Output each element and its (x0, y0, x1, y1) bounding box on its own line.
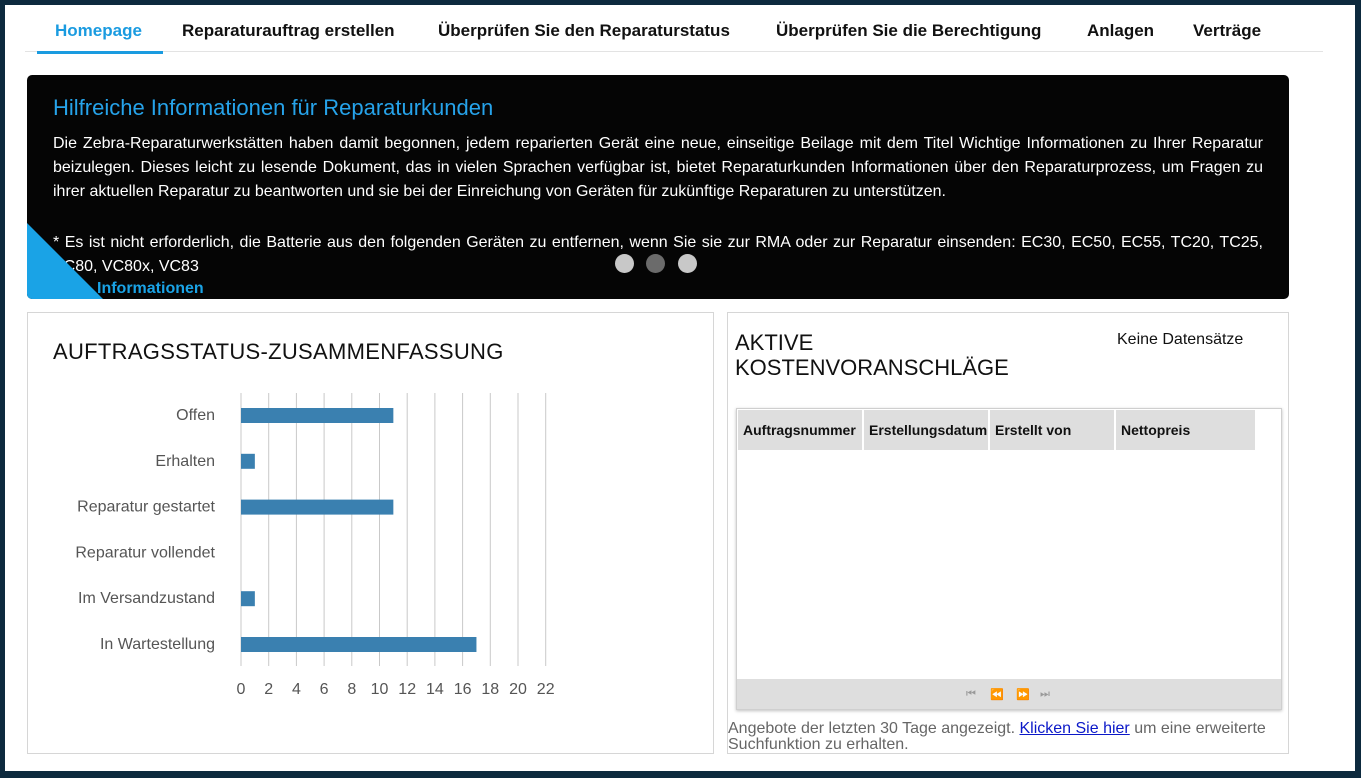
bar (241, 408, 394, 423)
bar (241, 499, 394, 515)
category-label: Reparatur gestartet (77, 499, 215, 516)
quotes-grid: Auftragsnummer Erstellungsdatum Erstellt… (736, 408, 1282, 710)
next-page-icon[interactable]: ⏩ (1016, 688, 1030, 701)
last-page-icon[interactable]: ⏭ (1040, 688, 1050, 701)
x-tick-label: 6 (320, 681, 329, 698)
column-header-created-date[interactable]: Erstellungsdatum (864, 410, 990, 450)
nav-create-repair-order[interactable]: Reparaturauftrag erstellen (182, 21, 395, 41)
nav-contracts[interactable]: Verträge (1193, 21, 1261, 41)
x-tick-label: 22 (537, 681, 555, 698)
info-banner: Hilfreiche Informationen für Reparaturku… (27, 75, 1289, 299)
x-tick-label: 14 (426, 681, 444, 698)
category-label: Im Versandzustand (78, 590, 215, 607)
top-navigation: Homepage Reparaturauftrag erstellen Über… (25, 13, 1323, 54)
x-tick-label: 0 (237, 681, 246, 698)
quotes-footer-text: Angebote der letzten 30 Tage angezeigt. (728, 720, 1020, 737)
first-page-icon[interactable]: ⏮ (966, 688, 976, 701)
order-status-card: AUFTRAGSSTATUS-ZUSAMMENFASSUNG Offen Erha… (27, 312, 714, 754)
bar (241, 453, 255, 469)
category-label: Offen (176, 407, 215, 424)
carousel-dot-1[interactable] (615, 254, 634, 273)
x-tick-label: 16 (454, 681, 472, 698)
category-label: Erhalten (155, 453, 215, 470)
banner-text: Die Zebra-Reparaturwerkstätten haben dam… (53, 135, 1263, 201)
nav-assets[interactable]: Anlagen (1087, 21, 1154, 41)
nav-check-entitlement[interactable]: Überprüfen Sie die Berechtigung (776, 21, 1041, 41)
active-quotes-title-line2: KOSTENVORANSCHLÄGE (735, 355, 1009, 380)
column-header-created-by[interactable]: Erstellt von (990, 410, 1116, 450)
column-header-net-price[interactable]: Nettopreis (1116, 410, 1257, 450)
active-quotes-title: AKTIVE KOSTENVORANSCHLÄGE (735, 330, 1009, 380)
carousel-dot-3[interactable] (678, 254, 697, 273)
x-tick-label: 10 (371, 681, 389, 698)
nav-check-repair-status[interactable]: Überprüfen Sie den Reparaturstatus (438, 21, 730, 41)
page: Homepage Reparaturauftrag erstellen Über… (5, 5, 1355, 771)
advanced-search-link[interactable]: Klicken Sie hier (1019, 720, 1129, 737)
x-tick-label: 8 (347, 681, 356, 698)
x-tick-label: 2 (264, 681, 273, 698)
quotes-grid-pager: ⏮ ⏪ ⏩ ⏭ (737, 679, 1281, 709)
category-label: In Wartestellung (100, 636, 215, 653)
quotes-footer: Angebote der letzten 30 Tage angezeigt. … (728, 721, 1288, 753)
carousel-dot-2[interactable] (646, 254, 665, 273)
no-records-label: Keine Datensätze (1117, 331, 1244, 348)
active-quotes-title-line1: AKTIVE (735, 330, 814, 355)
x-tick-label: 4 (292, 681, 301, 698)
x-tick-label: 12 (398, 681, 416, 698)
quotes-grid-header: Auftragsnummer Erstellungsdatum Erstellt… (737, 409, 1257, 451)
active-quotes-card: AKTIVE KOSTENVORANSCHLÄGE Keine Datensät… (727, 312, 1289, 754)
more-information-link[interactable]: Informationen (97, 280, 204, 298)
bar (241, 591, 255, 607)
active-tab-indicator (37, 51, 163, 54)
prev-page-icon[interactable]: ⏪ (990, 688, 1004, 701)
x-tick-label: 18 (481, 681, 499, 698)
order-status-chart: Offen Erhalten Reparatur gestartet Reparatu… (75, 393, 555, 698)
bar (241, 637, 477, 652)
nav-homepage[interactable]: Homepage (55, 21, 142, 41)
banner-title: Hilfreiche Informationen für Reparaturku… (53, 95, 494, 120)
category-label: Reparatur vollendet (75, 544, 215, 561)
x-tick-label: 20 (509, 681, 527, 698)
column-header-order-number[interactable]: Auftragsnummer (738, 410, 864, 450)
banner-corner-ribbon (27, 223, 103, 299)
